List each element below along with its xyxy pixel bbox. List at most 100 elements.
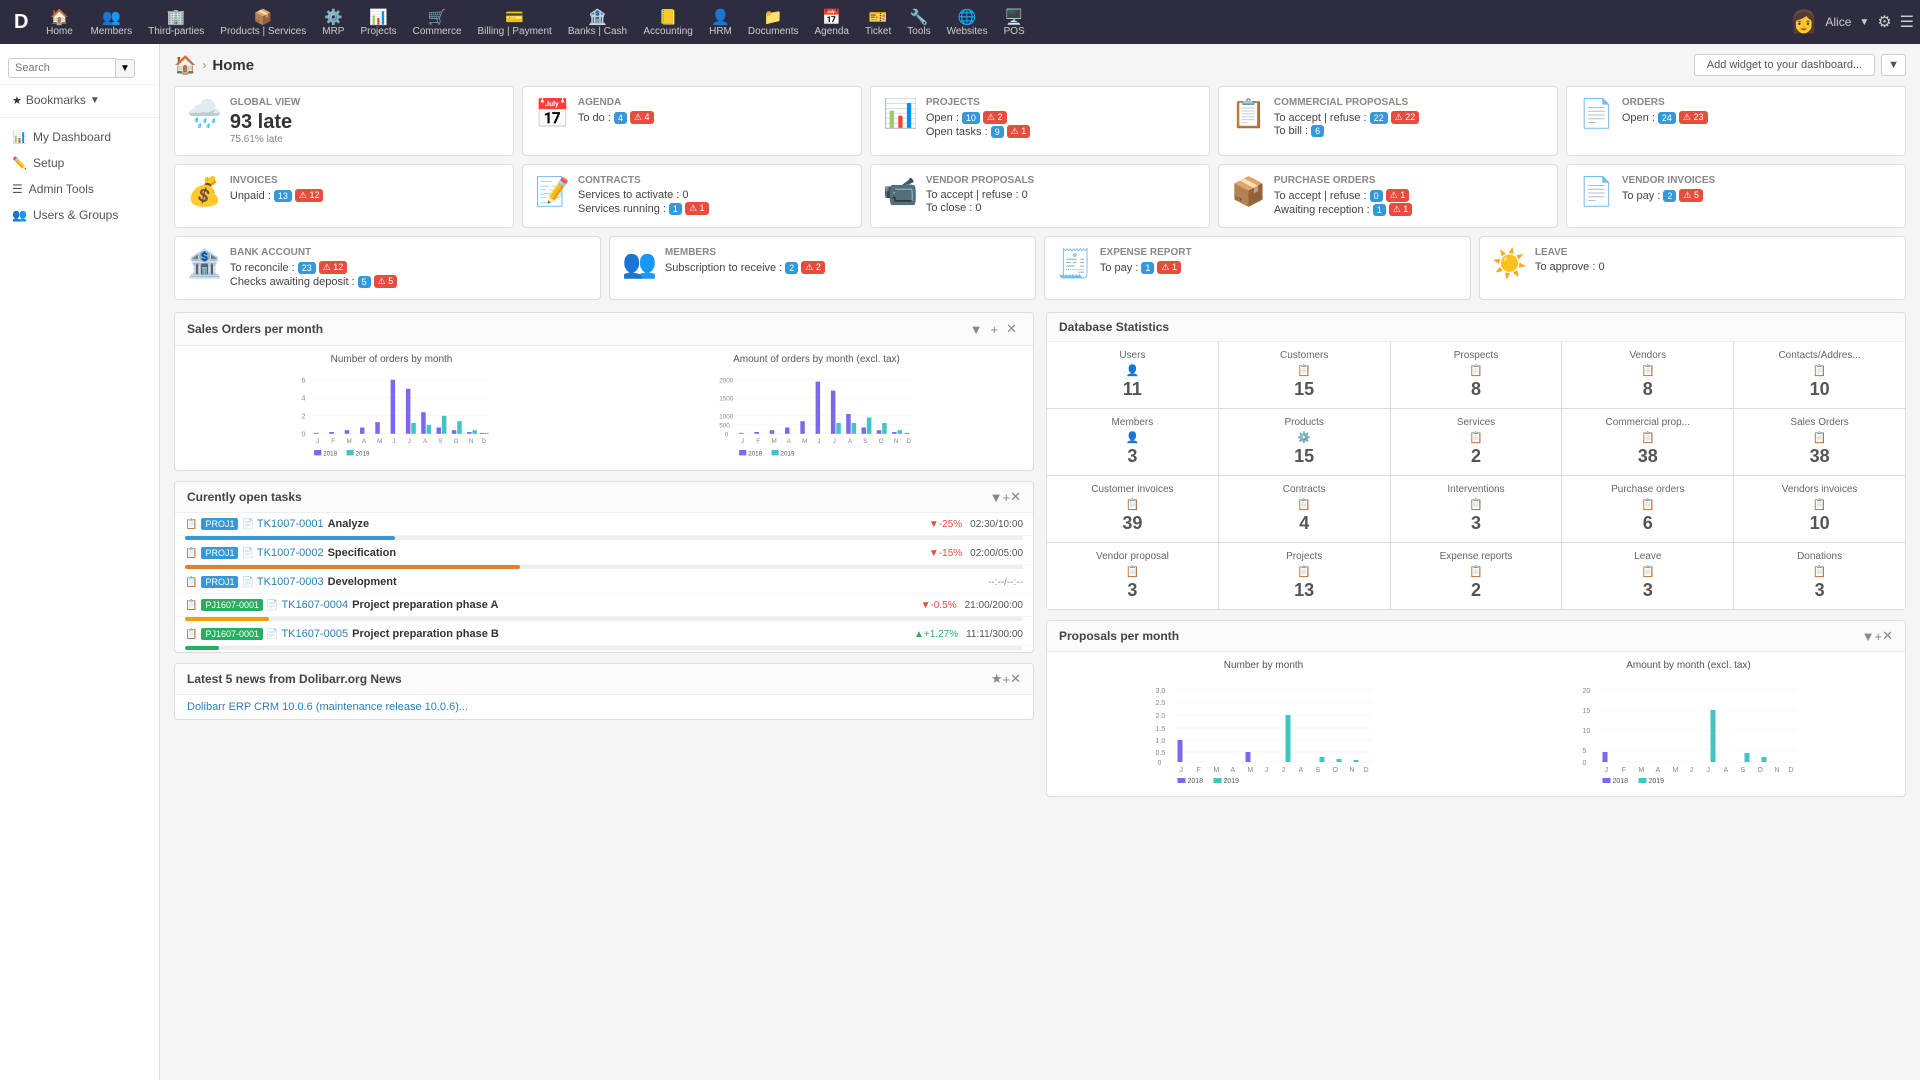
card-bank-account[interactable]: 🏦 BANK ACCOUNT To reconcile : 23 ⚠ 12 Ch… <box>174 236 601 300</box>
db-stat-vendors[interactable]: Vendors 📋 8 <box>1562 342 1733 408</box>
db-stat-commercial-prop[interactable]: Commercial prop... 📋 38 <box>1562 409 1733 475</box>
nav-item-commerce[interactable]: 🛒 Commerce <box>405 4 470 41</box>
task-id-link5[interactable]: TK1607-0005 <box>281 628 348 640</box>
bookmarks-label[interactable]: Bookmarks <box>26 93 86 107</box>
proposals-close-button[interactable]: ✕ <box>1882 628 1893 644</box>
user-name[interactable]: Alice <box>1825 15 1851 29</box>
db-stat-donations[interactable]: Donations 📋 3 <box>1734 543 1905 609</box>
db-stat-users[interactable]: Users 👤 11 <box>1047 342 1218 408</box>
db-stat-services[interactable]: Services 📋 2 <box>1391 409 1562 475</box>
db-stat-leave-number: 3 <box>1570 580 1725 601</box>
nav-item-members[interactable]: 👥 Members <box>82 4 140 41</box>
task-id-link4[interactable]: TK1607-0004 <box>281 599 348 611</box>
tasks-filter-button[interactable]: ▼ <box>990 490 1003 505</box>
svg-text:A: A <box>787 438 792 445</box>
card-agenda[interactable]: 📅 AGENDA To do : 4 ⚠ 4 <box>522 86 862 156</box>
db-stat-members[interactable]: Members 👤 3 <box>1047 409 1218 475</box>
sales-filter-button[interactable]: ▼ <box>966 321 987 338</box>
card-leave[interactable]: ☀️ LEAVE To approve : 0 <box>1479 236 1906 300</box>
card-global-view[interactable]: 🌧️ GLOBAL VIEW 93 late 75.61% late <box>174 86 514 156</box>
news-add-button[interactable]: + <box>1003 672 1011 687</box>
card-vendor-invoices[interactable]: 📄 VENDOR INVOICES To pay : 2 ⚠ 5 <box>1566 164 1906 228</box>
db-stat-expense-reports[interactable]: Expense reports 📋 2 <box>1391 543 1562 609</box>
svg-text:0: 0 <box>725 432 729 439</box>
db-stat-vendor-proposal[interactable]: Vendor proposal 📋 3 <box>1047 543 1218 609</box>
sales-chart-amount-label: Amount of orders by month (excl. tax) <box>608 354 1025 365</box>
news-item[interactable]: Dolibarr ERP CRM 10.0.6 (maintenance rel… <box>175 695 1033 719</box>
db-stat-sales-orders[interactable]: Sales Orders 📋 38 <box>1734 409 1905 475</box>
nav-item-hrm[interactable]: 👤 HRM <box>701 4 740 41</box>
card-agenda-title: AGENDA <box>578 97 654 108</box>
breadcrumb-home-icon[interactable]: 🏠 <box>174 55 196 76</box>
inv-badge2: ⚠ 12 <box>295 189 324 202</box>
nav-item-projects[interactable]: 📊 Projects <box>352 4 404 41</box>
db-stat-projects[interactable]: Projects 📋 13 <box>1219 543 1390 609</box>
settings-icon[interactable]: ⚙ <box>1877 12 1891 32</box>
card-purchase-orders[interactable]: 📦 PURCHASE ORDERS To accept | refuse : 0… <box>1218 164 1558 228</box>
nav-item-mrp[interactable]: ⚙️ MRP <box>314 4 352 41</box>
db-stat-purchase-orders[interactable]: Purchase orders 📋 6 <box>1562 476 1733 542</box>
svg-text:D: D <box>1364 767 1369 774</box>
task-id-link3[interactable]: TK1007-0003 <box>257 576 324 588</box>
card-projects[interactable]: 📊 PROJECTS Open : 10 ⚠ 2 Open tasks : 9 … <box>870 86 1210 156</box>
db-stat-contacts[interactable]: Contacts/Addres... 📋 10 <box>1734 342 1905 408</box>
card-members[interactable]: 👥 MEMBERS Subscription to receive : 2 ⚠ … <box>609 236 1036 300</box>
logo[interactable]: D <box>6 11 36 34</box>
cp-badge-warn1: ⚠ 22 <box>1391 111 1420 124</box>
proposals-filter-button[interactable]: ▼ <box>1862 629 1875 644</box>
tasks-close-button[interactable]: ✕ <box>1010 489 1021 505</box>
nav-item-banks[interactable]: 🏦 Banks | Cash <box>560 4 635 41</box>
proposals-add-button[interactable]: + <box>1875 629 1883 644</box>
db-stat-commercial-prop-label: Commercial prop... <box>1570 417 1725 428</box>
card-invoices[interactable]: 💰 INVOICES Unpaid : 13 ⚠ 12 <box>174 164 514 228</box>
nav-item-agenda[interactable]: 📅 Agenda <box>806 4 856 41</box>
bookmarks-dropdown-icon[interactable]: ▼ <box>90 95 100 106</box>
search-input[interactable] <box>8 58 116 78</box>
tasks-add-button[interactable]: + <box>1003 490 1011 505</box>
db-stat-interventions[interactable]: Interventions 📋 3 <box>1391 476 1562 542</box>
task-id-link1[interactable]: TK1007-0001 <box>257 518 324 530</box>
search-dropdown-button[interactable]: ▼ <box>116 59 135 78</box>
sidebar-item-users-groups[interactable]: 👥 Users & Groups <box>0 202 159 228</box>
sidebar-item-my-dashboard[interactable]: 📊 My Dashboard <box>0 124 159 150</box>
card-vendor-proposals[interactable]: 📹 VENDOR PROPOSALS To accept | refuse : … <box>870 164 1210 228</box>
db-stat-vendors-invoices-label: Vendors invoices <box>1742 484 1897 495</box>
card-expense-title: EXPENSE REPORT <box>1100 247 1192 258</box>
card-orders[interactable]: 📄 ORDERS Open : 24 ⚠ 23 <box>1566 86 1906 156</box>
sidebar-item-setup[interactable]: ✏️ Setup <box>0 150 159 176</box>
sales-add-button[interactable]: + <box>987 321 1003 338</box>
nav-item-home[interactable]: 🏠 Home <box>36 4 82 41</box>
user-dropdown-icon[interactable]: ▼ <box>1859 17 1869 28</box>
sales-close-button[interactable]: ✕ <box>1002 320 1021 338</box>
menu-icon[interactable]: ☰ <box>1900 12 1914 32</box>
db-stat-customers[interactable]: Customers 📋 15 <box>1219 342 1390 408</box>
card-commercial-proposals[interactable]: 📋 COMMERCIAL PROPOSALS To accept | refus… <box>1218 86 1558 156</box>
db-stat-customer-invoices[interactable]: Customer invoices 📋 39 <box>1047 476 1218 542</box>
db-stat-vendors-invoices-number: 10 <box>1742 513 1897 534</box>
db-stat-leave[interactable]: Leave 📋 3 <box>1562 543 1733 609</box>
db-stat-contacts-number: 10 <box>1742 379 1897 400</box>
db-stat-vendors-invoices[interactable]: Vendors invoices 📋 10 <box>1734 476 1905 542</box>
purchase-orders-icon: 📦 <box>1231 175 1266 208</box>
add-widget-button[interactable]: Add widget to your dashboard... <box>1694 54 1875 76</box>
nav-item-documents[interactable]: 📁 Documents <box>740 4 807 41</box>
card-expense-report[interactable]: 🧾 EXPENSE REPORT To pay : 1 ⚠ 1 <box>1044 236 1471 300</box>
db-stat-prospects[interactable]: Prospects 📋 8 <box>1391 342 1562 408</box>
task-id-link2[interactable]: TK1007-0002 <box>257 547 324 559</box>
news-close-button[interactable]: ✕ <box>1010 671 1021 687</box>
nav-item-pos[interactable]: 🖥️ POS <box>996 4 1033 41</box>
sidebar-item-admin-tools[interactable]: ☰ Admin Tools <box>0 176 159 202</box>
nav-item-third-parties[interactable]: 🏢 Third-parties <box>140 4 212 41</box>
nav-item-tools[interactable]: 🔧 Tools <box>899 4 938 41</box>
nav-item-websites[interactable]: 🌐 Websites <box>939 4 996 41</box>
svg-text:J: J <box>1265 767 1269 774</box>
nav-item-products[interactable]: 📦 Products | Services <box>212 4 314 41</box>
news-bookmark-button[interactable]: ★ <box>991 671 1003 687</box>
db-stat-products[interactable]: Products ⚙️ 15 <box>1219 409 1390 475</box>
add-widget-dropdown-icon[interactable]: ▼ <box>1881 54 1906 76</box>
db-stat-contracts[interactable]: Contracts 📋 4 <box>1219 476 1390 542</box>
nav-item-ticket[interactable]: 🎫 Ticket <box>857 4 899 41</box>
nav-item-accounting[interactable]: 📒 Accounting <box>635 4 701 41</box>
card-contracts[interactable]: 📝 CONTRACTS Services to activate : 0 Ser… <box>522 164 862 228</box>
nav-item-billing[interactable]: 💳 Billing | Payment <box>470 4 560 41</box>
